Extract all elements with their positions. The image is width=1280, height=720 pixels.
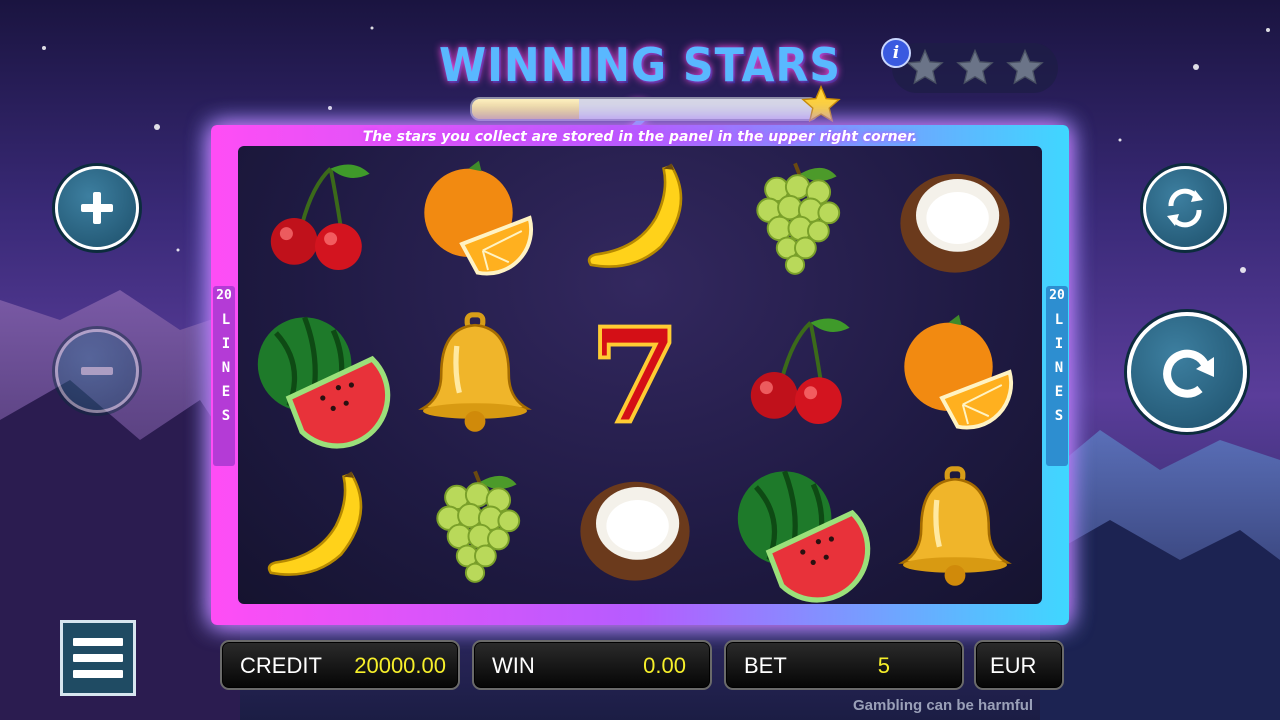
currency-panel: EUR [974,640,1064,690]
star-collection-panel [892,43,1058,93]
orange-icon [904,314,1014,430]
bell-symbol [880,456,1030,596]
bet-panel[interactable]: BET 5 [724,640,964,690]
lines-label: LINES [218,312,234,432]
banana-icon [267,471,363,576]
coconut-icon [580,481,690,581]
empty-star-icon [956,48,994,85]
banana-symbol [560,148,710,288]
seven-icon: 7 [588,297,682,454]
spin-icon [1163,349,1214,398]
seven-symbol: 7 [560,297,710,454]
bell-icon [898,466,1012,586]
bet-value: 5 [877,653,890,678]
lines-count: 20 [1049,288,1065,303]
minus-icon [81,367,113,375]
coconut-symbol [880,148,1030,288]
menu-bar [73,654,123,662]
bell-icon [418,312,532,432]
watermelon-symbol [720,456,871,603]
decrease-bet-button[interactable] [55,329,139,413]
cherry-icon [270,164,370,270]
empty-star-icon [906,48,944,85]
grapes-icon [436,470,521,583]
autoplay-button[interactable] [1143,166,1227,250]
credit-panel: CREDIT 20000.00 [220,640,460,690]
game-title: WINNING STARS 2 [438,38,842,146]
bell-symbol [400,302,550,442]
banana-icon [587,163,683,268]
cherry-symbol [720,302,870,442]
star-progress-fill [472,99,579,119]
cherry-icon [750,318,850,424]
credit-value: 20000.00 [354,653,446,678]
grapes-icon [756,162,841,275]
lines-indicator-right: 20 LINES [1046,286,1068,466]
plus-icon [81,192,113,224]
win-label: WIN [492,653,535,678]
watermelon-icon [257,316,391,449]
spin-button[interactable] [1127,312,1247,432]
gambling-disclaimer: Gambling can be harmful [853,697,1034,714]
orange-symbol [400,148,550,288]
info-button[interactable]: i [881,38,911,68]
credit-label: CREDIT [240,653,322,678]
watermelon-icon [737,470,871,603]
bet-label: BET [744,653,787,678]
currency-label: EUR [990,653,1037,678]
autoplay-icon [1167,188,1203,228]
lines-indicator-left: 20 LINES [213,286,235,466]
grapes-symbol [720,148,870,288]
progress-star-icon [801,84,841,123]
coconut-symbol [560,456,710,596]
empty-star-icon [1006,48,1044,85]
watermelon-symbol [240,302,391,449]
win-panel: WIN 0.00 [472,640,712,690]
win-value: 0.00 [643,653,686,678]
svg-text:7: 7 [590,299,680,452]
star-hint-text: The stars you collect are stored in the … [362,129,918,145]
lines-label: LINES [1051,312,1067,432]
menu-bar [73,638,123,646]
lines-count: 20 [216,288,232,303]
orange-symbol [880,302,1030,442]
cherry-symbol [240,148,390,288]
menu-bar [73,670,123,678]
star-progress-bar [470,97,819,121]
orange-icon [424,160,534,276]
increase-bet-button[interactable] [55,166,139,250]
banana-symbol [240,456,390,596]
grapes-symbol [400,456,550,596]
coconut-icon [900,173,1010,273]
menu-button[interactable] [60,620,136,696]
